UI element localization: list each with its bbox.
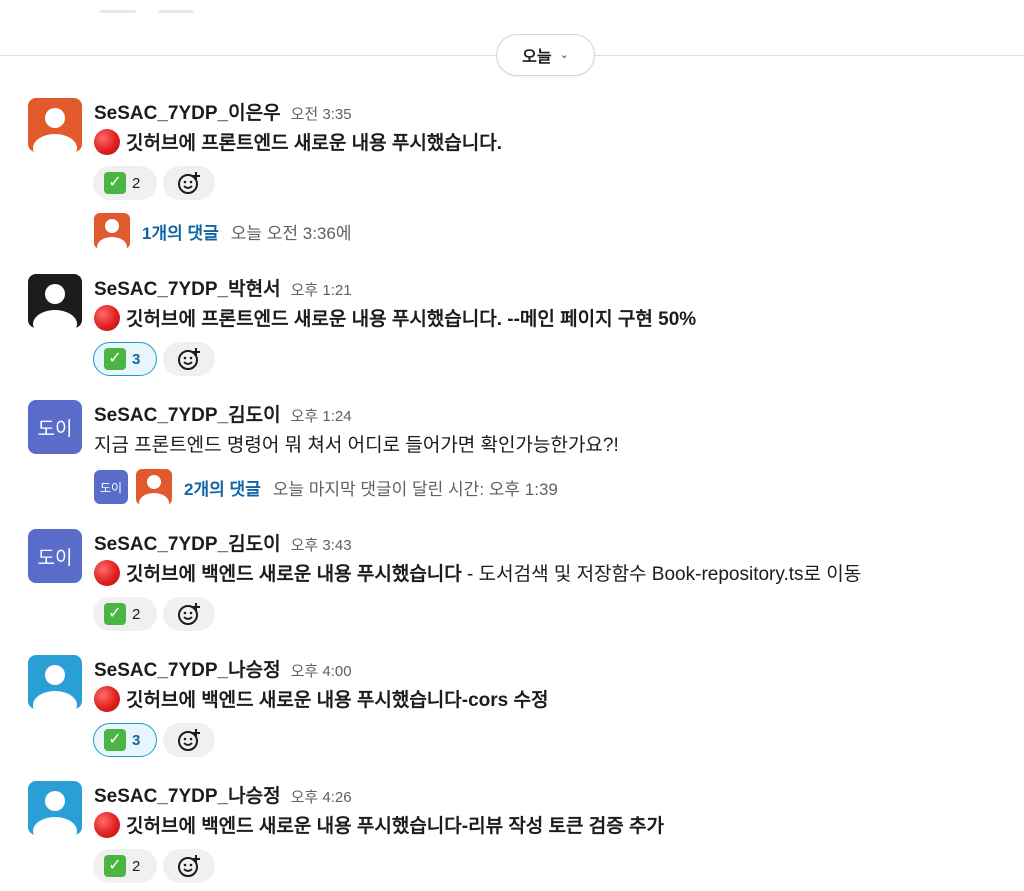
timestamp[interactable]: 오전 3:35	[291, 103, 352, 124]
avatar[interactable]	[28, 781, 82, 835]
avatar[interactable]: 도이	[28, 400, 82, 454]
white-check-mark-icon: ✓	[104, 729, 126, 751]
add-reaction-icon	[178, 348, 200, 370]
white-check-mark-icon: ✓	[104, 603, 126, 625]
red-circle-icon	[94, 129, 120, 155]
reaction-check[interactable]: ✓ 2	[93, 849, 157, 883]
timestamp[interactable]: 오후 4:26	[291, 786, 352, 807]
avatar[interactable]	[28, 655, 82, 709]
reaction-count: 3	[132, 350, 141, 368]
reaction-check[interactable]: ✓ 3	[93, 342, 157, 376]
white-check-mark-icon: ✓	[104, 855, 126, 877]
timestamp[interactable]: 오후 1:24	[291, 405, 352, 426]
add-reaction-button[interactable]	[163, 723, 215, 757]
add-reaction-icon	[178, 172, 200, 194]
red-circle-icon	[94, 560, 120, 586]
reaction-count: 3	[132, 731, 141, 749]
add-reaction-icon	[178, 729, 200, 751]
timestamp[interactable]: 오후 1:21	[291, 279, 352, 300]
previous-reactions-stub	[100, 0, 220, 13]
message-text: 깃허브에 백엔드 새로운 내용 푸시했습니다-리뷰 작성 토큰 검증 추가	[94, 811, 664, 838]
author-name[interactable]: SeSAC_7YDP_김도이	[94, 529, 281, 556]
avatar: 도이	[94, 470, 128, 504]
avatar	[136, 469, 172, 505]
reaction-count: 2	[132, 857, 141, 875]
message-text: 지금 프론트엔드 명령어 뭐 쳐서 어디로 들어가면 확인가능한가요?!	[94, 435, 619, 456]
white-check-mark-icon: ✓	[104, 348, 126, 370]
red-circle-icon	[94, 686, 120, 712]
message-text: 깃허브에 백엔드 새로운 내용 푸시했습니다-cors 수정	[94, 685, 548, 712]
red-circle-icon	[94, 812, 120, 838]
chevron-down-icon: ⌄	[559, 48, 569, 61]
reaction-count: 2	[132, 174, 141, 192]
thread-replies-link[interactable]: 2개의 댓글	[184, 475, 261, 500]
message-text: 깃허브에 프론트엔드 새로운 내용 푸시했습니다. --메인 페이지 구현 50…	[94, 304, 696, 331]
add-reaction-icon	[178, 603, 200, 625]
add-reaction-button[interactable]	[163, 342, 215, 376]
add-reaction-icon	[178, 855, 200, 877]
date-label: 오늘	[522, 49, 552, 66]
message-text: 깃허브에 프론트엔드 새로운 내용 푸시했습니다.	[94, 128, 502, 155]
reaction-check[interactable]: ✓ 2	[93, 597, 157, 631]
date-divider-button[interactable]: 오늘 ⌄	[496, 34, 595, 76]
thread-replies-link[interactable]: 1개의 댓글	[142, 219, 219, 244]
avatar[interactable]	[28, 98, 82, 152]
author-name[interactable]: SeSAC_7YDP_김도이	[94, 400, 281, 427]
thread-last-reply-time: 오늘 마지막 댓글이 달린 시간: 오후 1:39	[272, 479, 558, 499]
add-reaction-button[interactable]	[163, 166, 215, 200]
thread-last-reply-time: 오늘 오전 3:36에	[230, 223, 352, 243]
add-reaction-button[interactable]	[163, 597, 215, 631]
author-name[interactable]: SeSAC_7YDP_이은우	[94, 98, 281, 125]
reaction-check[interactable]: ✓ 2	[93, 166, 157, 200]
red-circle-icon	[94, 305, 120, 331]
avatar	[94, 213, 130, 249]
message-text: 깃허브에 백엔드 새로운 내용 푸시했습니다 - 도서검색 및 저장함수 Boo…	[94, 559, 861, 586]
white-check-mark-icon: ✓	[104, 172, 126, 194]
thread-summary[interactable]: 도이 2개의 댓글 오늘 마지막 댓글이 달린 시간: 오후 1:39	[94, 469, 558, 505]
reaction-count: 2	[132, 605, 141, 623]
thread-summary[interactable]: 1개의 댓글 오늘 오전 3:36에	[94, 213, 351, 249]
author-name[interactable]: SeSAC_7YDP_나승정	[94, 781, 281, 808]
avatar[interactable]: 도이	[28, 529, 82, 583]
author-name[interactable]: SeSAC_7YDP_박현서	[94, 274, 281, 301]
reaction-check[interactable]: ✓ 3	[93, 723, 157, 757]
add-reaction-button[interactable]	[163, 849, 215, 883]
timestamp[interactable]: 오후 3:43	[291, 534, 352, 555]
timestamp[interactable]: 오후 4:00	[291, 660, 352, 681]
author-name[interactable]: SeSAC_7YDP_나승정	[94, 655, 281, 682]
avatar[interactable]	[28, 274, 82, 328]
